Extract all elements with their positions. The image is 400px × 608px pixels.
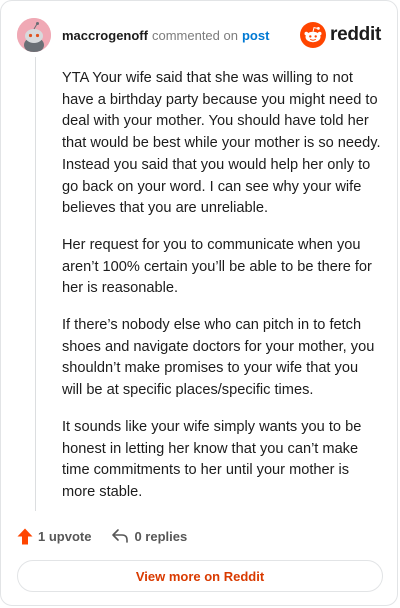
username[interactable]: maccrogenoff bbox=[62, 28, 148, 43]
comment-paragraph: Her request for you to communicate when … bbox=[62, 236, 372, 297]
comment-meta: maccrogenoff commented on post bbox=[62, 28, 269, 43]
thread-line[interactable] bbox=[35, 57, 36, 511]
commented-on-text: commented on bbox=[151, 27, 238, 43]
view-more-button[interactable]: View more on Reddit bbox=[17, 560, 383, 592]
snoo-avatar-icon bbox=[17, 18, 51, 52]
comment-paragraph: If there’s nobody else who can pitch in … bbox=[62, 317, 375, 399]
reply-button[interactable]: 0 replies bbox=[111, 528, 187, 544]
comment-actions: 1 upvote 0 replies bbox=[17, 525, 187, 547]
upvote-arrow-icon bbox=[17, 528, 33, 544]
reply-count: 0 replies bbox=[134, 528, 188, 544]
reddit-logo-icon bbox=[300, 22, 327, 48]
comment-card: maccrogenoff commented on post reddit YT… bbox=[0, 0, 398, 606]
reddit-wordmark: reddit bbox=[330, 24, 381, 45]
upvote-count: 1 upvote bbox=[38, 528, 92, 544]
comment-paragraph: YTA Your wife said that she was willing … bbox=[62, 70, 381, 217]
reply-arrow-icon bbox=[112, 529, 129, 543]
user-avatar[interactable] bbox=[17, 18, 51, 52]
reddit-brand[interactable]: reddit bbox=[300, 22, 381, 48]
upvote-button[interactable]: 1 upvote bbox=[17, 528, 91, 545]
post-link[interactable]: post bbox=[242, 28, 269, 43]
comment-paragraph: It sounds like your wife simply wants yo… bbox=[62, 418, 362, 500]
comment-body: YTA Your wife said that she was willing … bbox=[62, 68, 382, 519]
comment-header: maccrogenoff commented on post reddit bbox=[17, 17, 381, 53]
